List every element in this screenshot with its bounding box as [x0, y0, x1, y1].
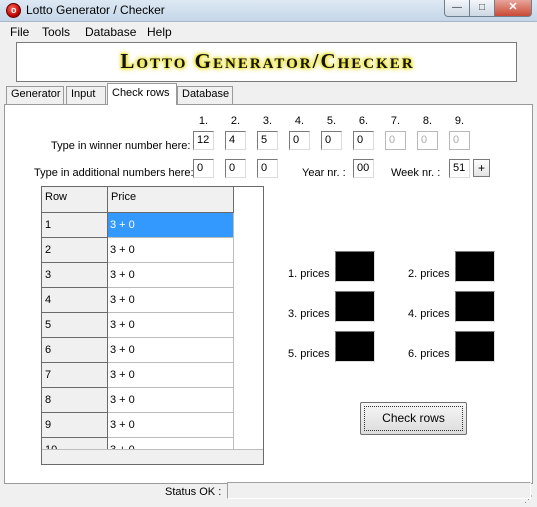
grid-price-cell[interactable]: 3 + 0 — [108, 388, 234, 413]
week-label: Week nr. : — [391, 167, 441, 179]
prices-label-6: 6. prices — [408, 348, 450, 360]
prices-label-2: 2. prices — [408, 268, 450, 280]
winner-number-field-5[interactable]: 0 — [321, 131, 342, 150]
column-label-9: 9. — [454, 115, 465, 127]
tab-input[interactable]: Input — [66, 86, 106, 104]
grid-price-cell[interactable]: 3 + 0 — [108, 363, 234, 388]
additional-number-field-1[interactable]: 0 — [193, 159, 214, 178]
winner-number-field-9: 0 — [449, 131, 470, 150]
app-icon-letter: o — [11, 5, 17, 15]
week-field[interactable]: 51 — [449, 159, 470, 178]
column-label-6: 6. — [358, 115, 369, 127]
lotto-app-icon: o — [6, 3, 21, 18]
grid-row-number[interactable]: 9 — [42, 413, 108, 438]
minimize-button[interactable]: — — [444, 0, 470, 17]
prices-box-3 — [335, 291, 375, 322]
prices-box-5 — [335, 331, 375, 362]
column-label-7: 7. — [390, 115, 401, 127]
menu-tools[interactable]: Tools — [42, 25, 70, 39]
column-label-1: 1. — [198, 115, 209, 127]
grid-row-number[interactable]: 3 — [42, 263, 108, 288]
prices-label-5: 5. prices — [288, 348, 330, 360]
winner-number-field-8: 0 — [417, 131, 438, 150]
tab-check-rows[interactable]: Check rows — [107, 83, 177, 105]
menu-database[interactable]: Database — [85, 25, 136, 39]
prices-label-4: 4. prices — [408, 308, 450, 320]
prices-box-1 — [335, 251, 375, 282]
week-increment-button[interactable]: + — [473, 159, 490, 177]
prices-box-4 — [455, 291, 495, 322]
check-rows-button[interactable]: Check rows — [360, 402, 467, 435]
year-field[interactable]: 00 — [353, 159, 374, 178]
prices-label-1: 1. prices — [288, 268, 330, 280]
grid-price-cell[interactable]: 3 + 0 — [108, 263, 234, 288]
grid-row-number[interactable]: 8 — [42, 388, 108, 413]
rows-grid[interactable]: Row Price 1 3 + 0 2 3 + 0 3 3 + 0 4 3 + … — [41, 186, 264, 465]
grid-row-number[interactable]: 4 — [42, 288, 108, 313]
winner-number-field-2[interactable]: 4 — [225, 131, 246, 150]
winner-number-field-4[interactable]: 0 — [289, 131, 310, 150]
grid-price-cell[interactable]: 3 + 0 — [108, 288, 234, 313]
close-button[interactable]: ✕ — [494, 0, 532, 17]
grid-row-number[interactable]: 2 — [42, 238, 108, 263]
check-rows-button-label: Check rows — [364, 406, 463, 431]
column-label-2: 2. — [230, 115, 241, 127]
prices-label-3: 3. prices — [288, 308, 330, 320]
column-label-3: 3. — [262, 115, 273, 127]
grid-price-cell[interactable]: 3 + 0 — [108, 213, 234, 238]
winner-number-field-6[interactable]: 0 — [353, 131, 374, 150]
winner-number-field-1[interactable]: 12 — [193, 131, 214, 150]
winner-number-field-7: 0 — [385, 131, 406, 150]
grid-row-number[interactable]: 7 — [42, 363, 108, 388]
grid-price-cell[interactable]: 3 + 0 — [108, 238, 234, 263]
column-label-4: 4. — [294, 115, 305, 127]
winner-number-label: Type in winner number here: — [51, 140, 191, 152]
grid-price-cell[interactable]: 3 + 0 — [108, 313, 234, 338]
status-label: Status OK : — [165, 486, 222, 498]
maximize-button[interactable]: □ — [469, 0, 495, 17]
menu-bar: File Tools Database Help — [0, 23, 537, 41]
status-field — [227, 482, 531, 499]
grid-price-cell[interactable]: 3 + 0 — [108, 413, 234, 438]
additional-number-field-3[interactable]: 0 — [257, 159, 278, 178]
column-label-5: 5. — [326, 115, 337, 127]
banner-title: Lotto Generator/Checker — [120, 49, 415, 73]
window-title: Lotto Generator / Checker — [26, 3, 165, 17]
grid-row-number[interactable]: 5 — [42, 313, 108, 338]
grid-row-number[interactable]: 6 — [42, 338, 108, 363]
tab-database[interactable]: Database — [177, 86, 233, 104]
title-bar[interactable]: o Lotto Generator / Checker — □ ✕ — [0, 0, 537, 22]
prices-box-2 — [455, 251, 495, 282]
grid-header-row[interactable]: Row — [42, 187, 108, 213]
prices-box-6 — [455, 331, 495, 362]
tab-generator[interactable]: Generator — [6, 86, 64, 104]
year-label: Year nr. : — [302, 167, 346, 179]
menu-file[interactable]: File — [10, 25, 29, 39]
grid-horizontal-scrollbar[interactable] — [42, 449, 263, 464]
menu-help[interactable]: Help — [147, 25, 172, 39]
additional-number-field-2[interactable]: 0 — [225, 159, 246, 178]
banner: Lotto Generator/Checker — [16, 42, 517, 82]
grid-header-price[interactable]: Price — [108, 187, 234, 213]
winner-number-field-3[interactable]: 5 — [257, 131, 278, 150]
grid-price-cell[interactable]: 3 + 0 — [108, 338, 234, 363]
column-label-8: 8. — [422, 115, 433, 127]
additional-numbers-label: Type in additional numbers here: — [34, 167, 194, 179]
resize-grip-icon[interactable]: ⋰ — [524, 494, 533, 505]
grid-row-number[interactable]: 1 — [42, 213, 108, 238]
